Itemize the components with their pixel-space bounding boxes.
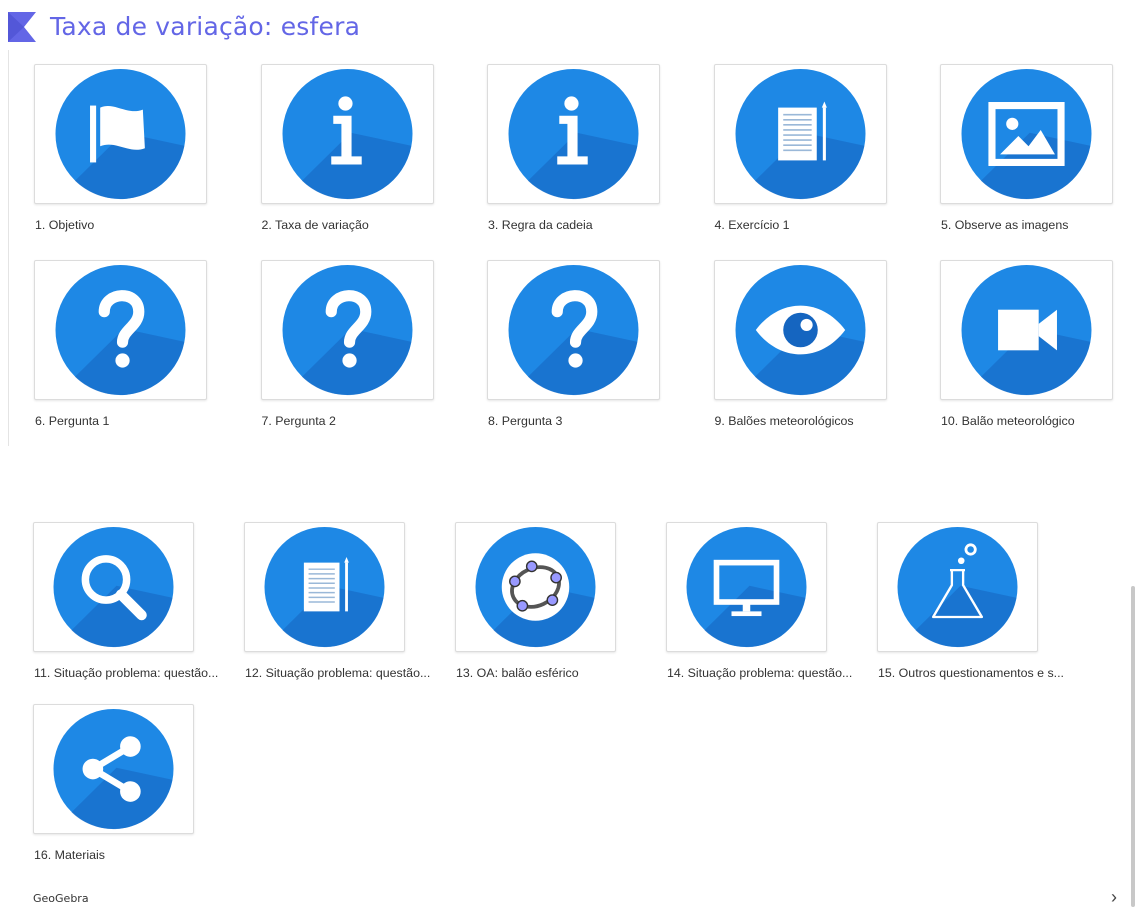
book-flag-icon bbox=[8, 12, 36, 42]
chapter-title[interactable]: 13. OA: balão esférico bbox=[456, 666, 579, 680]
chapter-card[interactable]: 5. Observe as imagens bbox=[940, 64, 1113, 242]
question-icon bbox=[282, 265, 412, 396]
image-icon bbox=[961, 69, 1092, 200]
document-icon bbox=[264, 527, 385, 648]
flag-icon bbox=[55, 69, 186, 200]
chapter-thumbnail[interactable] bbox=[940, 260, 1113, 400]
chapter-card[interactable]: 4. Exercício 1 bbox=[713, 64, 887, 242]
chapter-title[interactable]: 3. Regra da cadeia bbox=[488, 218, 593, 232]
scrollbar[interactable] bbox=[1131, 586, 1135, 907]
eye-icon bbox=[735, 265, 865, 396]
next-arrow-button[interactable]: › bbox=[1111, 887, 1117, 907]
chapter-title[interactable]: 1. Objetivo bbox=[35, 218, 94, 232]
chapter-thumbnail[interactable] bbox=[33, 704, 194, 834]
chapter-thumbnail[interactable] bbox=[455, 522, 616, 652]
chapter-card[interactable]: 8. Pergunta 3 bbox=[487, 260, 660, 438]
chapter-thumbnail[interactable] bbox=[34, 64, 207, 204]
chapter-card[interactable]: 9. Balões meteorológicos bbox=[713, 260, 887, 438]
chapter-card[interactable]: 16. Materiais bbox=[33, 704, 194, 872]
chapter-title[interactable]: 15. Outros questionamentos e s... bbox=[878, 666, 1064, 680]
chapter-card[interactable]: 1. Objetivo bbox=[34, 64, 207, 242]
page-title: Taxa de variação: esfera bbox=[50, 12, 361, 41]
chapter-thumbnail[interactable] bbox=[713, 64, 887, 204]
chapter-thumbnail[interactable] bbox=[34, 260, 207, 400]
chapter-card[interactable]: 14. Situação problema: questão... bbox=[666, 522, 852, 690]
chapter-title[interactable]: 8. Pergunta 3 bbox=[488, 414, 562, 428]
search-icon bbox=[53, 527, 174, 648]
chapter-title[interactable]: 6. Pergunta 1 bbox=[35, 414, 109, 428]
chapter-title[interactable]: 10. Balão meteorológico bbox=[941, 414, 1075, 428]
section-divider bbox=[8, 50, 9, 446]
geogebra-logo[interactable]: GeoGebra bbox=[33, 892, 89, 905]
chapter-thumbnail[interactable] bbox=[260, 64, 434, 204]
question-icon bbox=[508, 265, 639, 396]
chapter-thumbnail[interactable] bbox=[940, 64, 1113, 204]
chapter-title[interactable]: 11. Situação problema: questão... bbox=[34, 666, 218, 680]
chapter-title[interactable]: 9. Balões meteorológicos bbox=[715, 414, 854, 428]
chapter-thumbnail[interactable] bbox=[244, 522, 405, 652]
chapter-title[interactable]: 7. Pergunta 2 bbox=[262, 414, 336, 428]
chapter-title[interactable]: 14. Situação problema: questão... bbox=[667, 666, 852, 680]
chapter-title[interactable]: 5. Observe as imagens bbox=[941, 218, 1068, 232]
chapter-title[interactable]: 16. Materiais bbox=[34, 848, 105, 862]
info-icon bbox=[508, 69, 639, 200]
chapter-title[interactable]: 4. Exercício 1 bbox=[715, 218, 790, 232]
chapter-thumbnail[interactable] bbox=[487, 260, 660, 400]
chapter-card[interactable]: 7. Pergunta 2 bbox=[260, 260, 434, 438]
geogebra-icon bbox=[475, 527, 596, 648]
chapter-card[interactable]: 11. Situação problema: questão... bbox=[33, 522, 218, 690]
info-icon bbox=[282, 69, 412, 200]
chapter-card[interactable]: 15. Outros questionamentos e s... bbox=[877, 522, 1064, 690]
video-camera-icon bbox=[961, 265, 1092, 396]
chapter-thumbnail[interactable] bbox=[877, 522, 1038, 652]
flask-icon bbox=[897, 527, 1018, 648]
chapter-card[interactable]: 6. Pergunta 1 bbox=[34, 260, 207, 438]
chapter-section-2: 11. Situação problema: questão... 12. Si… bbox=[0, 500, 1135, 907]
chapter-card[interactable]: 10. Balão meteorológico bbox=[940, 260, 1113, 438]
chapter-thumbnail[interactable] bbox=[666, 522, 827, 652]
chapter-thumbnail[interactable] bbox=[33, 522, 194, 652]
question-icon bbox=[55, 265, 186, 396]
chapter-card[interactable]: 12. Situação problema: questão... bbox=[244, 522, 430, 690]
chapter-section-1: 1. Objetivo 2. Taxa de variação 3. Regra… bbox=[0, 50, 1135, 450]
chapter-title[interactable]: 2. Taxa de variação bbox=[262, 218, 369, 232]
chapter-card[interactable]: 2. Taxa de variação bbox=[260, 64, 434, 242]
document-icon bbox=[735, 69, 865, 200]
chapter-thumbnail[interactable] bbox=[713, 260, 887, 400]
chapter-card[interactable]: 13. OA: balão esférico bbox=[455, 522, 616, 690]
share-icon bbox=[53, 709, 174, 830]
chapter-card[interactable]: 3. Regra da cadeia bbox=[487, 64, 660, 242]
chapter-thumbnail[interactable] bbox=[487, 64, 660, 204]
chapter-thumbnail[interactable] bbox=[260, 260, 434, 400]
page-header: Taxa de variação: esfera bbox=[8, 10, 360, 44]
chapter-title[interactable]: 12. Situação problema: questão... bbox=[245, 666, 430, 680]
monitor-icon bbox=[686, 527, 807, 648]
